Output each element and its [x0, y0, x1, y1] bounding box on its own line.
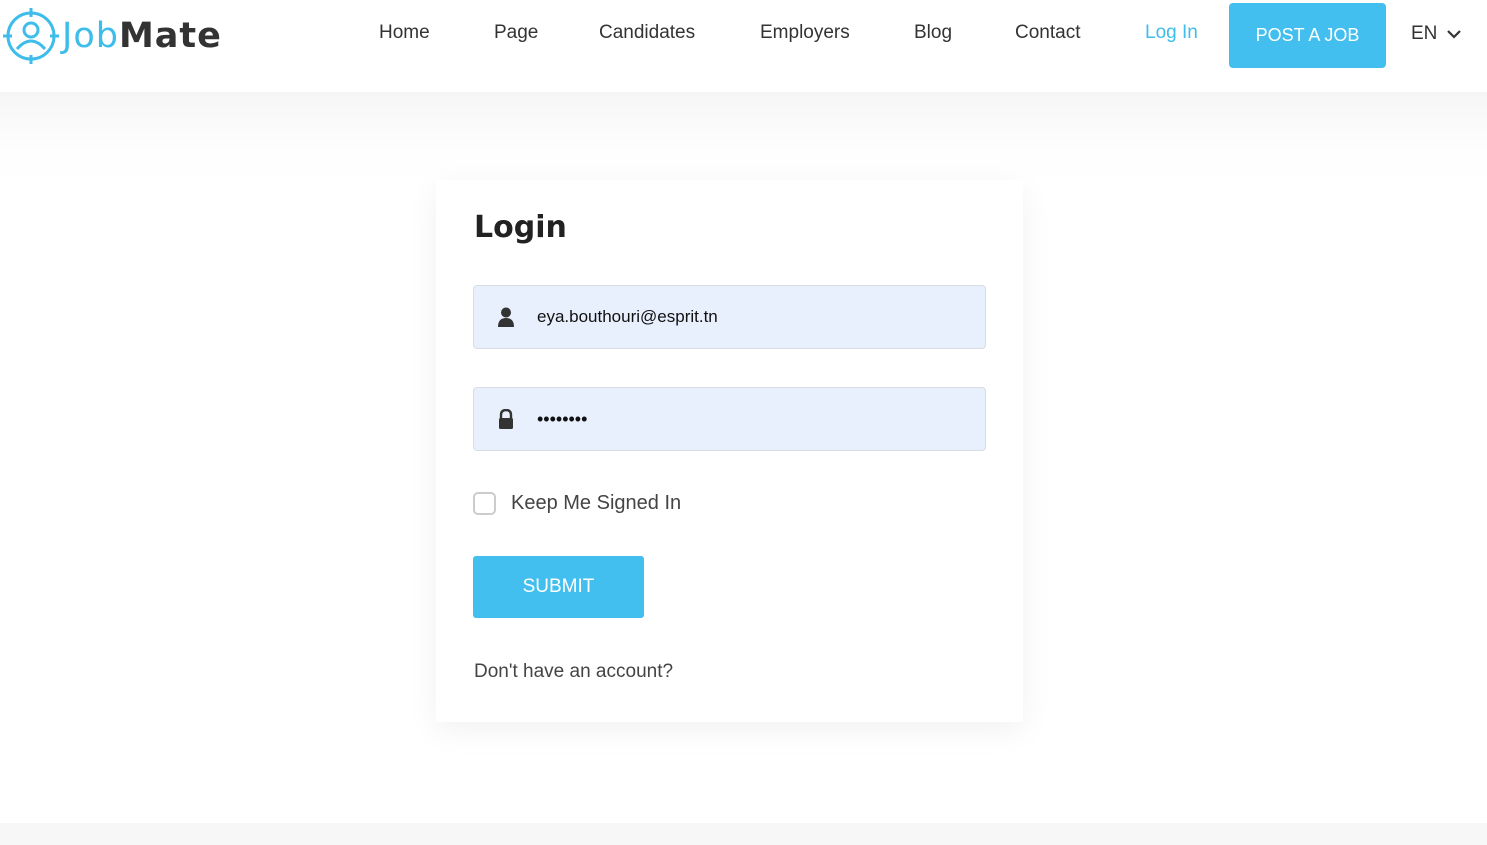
nav-contact[interactable]: Contact — [1015, 22, 1080, 44]
page-title: Login — [474, 210, 567, 245]
login-card: Login Keep Me Signed In SUBMIT Don't hav… — [436, 180, 1023, 722]
logo-text: JobMate — [62, 15, 222, 56]
language-selector[interactable]: EN — [1411, 23, 1462, 45]
keep-signed-in-label: Keep Me Signed In — [511, 492, 682, 514]
language-label: EN — [1411, 23, 1438, 44]
keep-signed-in-checkbox[interactable] — [473, 492, 496, 515]
logo[interactable]: JobMate — [2, 7, 222, 65]
lock-icon — [474, 387, 538, 451]
email-input[interactable] — [537, 307, 957, 327]
signup-prompt[interactable]: Don't have an account? — [474, 661, 673, 683]
nav-login[interactable]: Log In — [1145, 22, 1198, 44]
nav-candidates[interactable]: Candidates — [599, 22, 695, 44]
nav-page[interactable]: Page — [494, 22, 538, 44]
target-person-icon — [3, 8, 59, 64]
logo-text-job: Job — [62, 15, 119, 56]
password-input[interactable] — [537, 408, 957, 430]
chevron-down-icon — [1447, 30, 1462, 39]
logo-text-mate: Mate — [118, 15, 222, 56]
site-header: JobMate Home Page Candidates Employers B… — [0, 0, 1487, 92]
nav-blog[interactable]: Blog — [914, 22, 952, 44]
keep-signed-in[interactable]: Keep Me Signed In — [473, 492, 681, 515]
password-field[interactable] — [473, 387, 986, 451]
post-job-button[interactable]: POST A JOB — [1229, 3, 1386, 68]
email-field[interactable] — [473, 285, 986, 349]
user-icon — [474, 285, 538, 349]
footer-strip — [0, 823, 1487, 845]
submit-button[interactable]: SUBMIT — [473, 556, 644, 618]
nav-employers[interactable]: Employers — [760, 22, 850, 44]
nav-home[interactable]: Home — [379, 22, 430, 44]
